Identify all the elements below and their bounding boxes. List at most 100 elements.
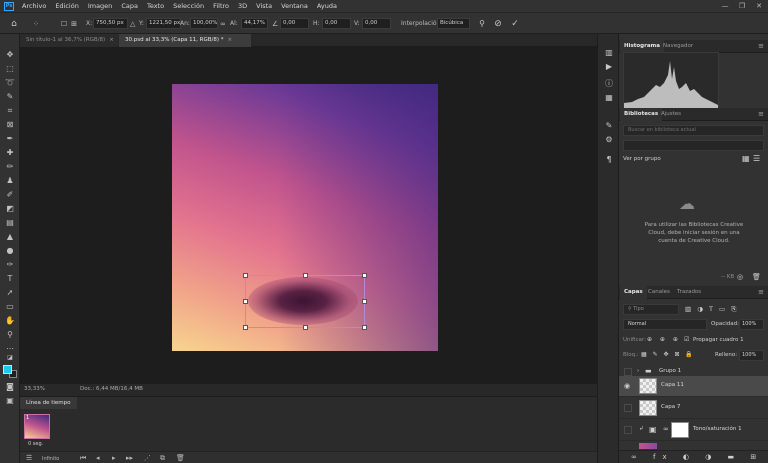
fill-field[interactable]: 100% — [739, 350, 764, 361]
hand-tool-icon[interactable]: ✋ — [3, 315, 17, 327]
zoom-tool-icon[interactable]: ⚲ — [3, 329, 17, 341]
layer-filter-select[interactable]: ⚲ Tipo — [623, 304, 679, 315]
menu-texto[interactable]: Texto — [147, 2, 164, 10]
move-tool-icon[interactable]: ✥ — [3, 49, 17, 61]
paragraph-panel-icon[interactable]: ¶ — [603, 154, 615, 166]
zoom-level[interactable]: 33,33% — [24, 386, 45, 392]
menu-edicion[interactable]: Edición — [55, 2, 79, 10]
transform-bounding-box[interactable] — [243, 273, 367, 330]
warp-icon[interactable]: ⚲ — [476, 18, 488, 30]
chain-link-icon[interactable]: ∞ — [220, 20, 226, 28]
menu-imagen[interactable]: Imagen — [88, 2, 112, 10]
lasso-tool-icon[interactable]: ➰ — [3, 77, 17, 89]
close-window-button[interactable]: ✕ — [752, 0, 766, 12]
previous-frame-icon[interactable]: ◂ — [96, 454, 100, 463]
angle-field[interactable]: 0,00 — [280, 18, 309, 29]
doc-tab-untitled[interactable]: Sin título-1 al 36,7% (RGB/8) × — [20, 34, 118, 47]
default-colors-icon[interactable]: ◪ — [3, 352, 17, 364]
library-select[interactable] — [623, 140, 764, 151]
layer-row-selected[interactable]: ◉ Capa 11 — [619, 376, 768, 397]
properties-panel-icon[interactable]: ▦ — [603, 92, 615, 104]
cloud-sync-icon[interactable]: ◎ — [737, 273, 743, 281]
delete-icon[interactable]: 🗑 — [752, 273, 761, 281]
animation-frame[interactable]: 1 — [24, 414, 50, 439]
blend-mode-select[interactable]: Normal — [623, 319, 707, 330]
tab-bibliotecas[interactable]: Bibliotecas — [620, 108, 663, 121]
transform-handle[interactable] — [362, 325, 367, 330]
visibility-toggle[interactable] — [624, 426, 632, 434]
commit-transform-icon[interactable]: ✓ — [509, 18, 521, 30]
blur-tool-icon[interactable]: ▲ — [3, 231, 17, 243]
layer-filter-icons[interactable]: ▧ ◑ T ▭ ⎘ — [685, 305, 738, 314]
eye-icon[interactable]: ◉ — [624, 382, 630, 390]
transform-handle[interactable] — [243, 325, 248, 330]
convert-timeline-icon[interactable]: ☰ — [26, 454, 32, 463]
eraser-tool-icon[interactable]: ◩ — [3, 203, 17, 215]
transform-handle[interactable] — [362, 299, 367, 304]
duplicate-frame-icon[interactable]: ⧉ — [160, 454, 165, 463]
menu-vista[interactable]: Vista — [256, 2, 272, 10]
eyedropper-tool-icon[interactable]: ✒ — [3, 133, 17, 145]
width-field[interactable]: 100,00% — [190, 18, 218, 29]
transform-handle[interactable] — [243, 273, 248, 278]
quick-mask-icon[interactable]: ◙ — [3, 381, 17, 393]
panel-menu-icon[interactable]: ≡ — [758, 286, 764, 299]
doc-tab-30psd[interactable]: 30.psd al 33,3% (Capa 11, RGB/8) * × — [119, 34, 251, 47]
next-frame-icon[interactable]: ▸▸ — [126, 454, 133, 463]
brush-panel-icon[interactable]: ✎ — [603, 120, 615, 132]
menu-ayuda[interactable]: Ayuda — [317, 2, 337, 10]
play-actions-icon[interactable]: ▶ — [603, 61, 615, 73]
reference-point-icon[interactable]: ⁘ — [30, 18, 42, 30]
tab-trazados[interactable]: Trazados — [673, 286, 705, 299]
grid-view-icon[interactable]: ▦ — [742, 154, 750, 163]
view-by-group-select[interactable]: Ver por grupo — [623, 156, 661, 162]
expand-chevron-icon[interactable]: › — [637, 368, 639, 374]
list-view-icon[interactable]: ☰ — [753, 154, 760, 163]
adjustments-panel-icon[interactable]: ⚙ — [603, 134, 615, 146]
gradient-tool-icon[interactable]: ▤ — [3, 217, 17, 229]
layer-row[interactable]: Capa 7 — [619, 398, 768, 419]
foreground-color-swatch[interactable] — [3, 365, 12, 374]
shape-tool-icon[interactable]: ▭ — [3, 301, 17, 313]
layers-footer-icons[interactable]: ∞ fx ◐ ◑ ▬ ⊞ 🗑 — [631, 453, 768, 461]
layer-row-adjustment[interactable]: ↲ ▣ ∞ Tono/saturación 1 — [619, 420, 768, 441]
timeline-tab[interactable]: Línea de tiempo — [20, 397, 77, 409]
tab-canales[interactable]: Canales — [644, 286, 674, 299]
menu-ventana[interactable]: Ventana — [281, 2, 308, 10]
frame-duration[interactable]: 0 seg. — [28, 441, 43, 447]
quick-select-tool-icon[interactable]: ✎ — [3, 91, 17, 103]
minimize-button[interactable]: — — [718, 0, 732, 12]
crop-tool-icon[interactable]: ⌗ — [3, 105, 17, 117]
height-field[interactable]: 44,17% — [241, 18, 268, 29]
lock-icons[interactable]: ▦ ✎ ✥ ⊠ 🔒 — [641, 351, 695, 358]
link-icon[interactable]: △ — [130, 20, 135, 28]
link-icon[interactable]: ∞ — [663, 425, 669, 433]
frame-tool-icon[interactable]: ⊠ — [3, 119, 17, 131]
transform-handle[interactable] — [303, 273, 308, 278]
close-tab-icon[interactable]: × — [228, 37, 233, 43]
play-icon[interactable]: ▸ — [112, 454, 116, 463]
y-position-field[interactable]: 1221,50 px — [146, 18, 181, 29]
propagate-checkbox[interactable]: ☑ — [684, 336, 689, 343]
brush-tool-icon[interactable]: ✏ — [3, 161, 17, 173]
opacity-field[interactable]: 100% — [739, 319, 764, 330]
unify-icons[interactable]: ⊕ ⊕ ⊕ — [647, 336, 681, 343]
visibility-toggle[interactable] — [624, 368, 632, 376]
path-selection-tool-icon[interactable]: ➚ — [3, 287, 17, 299]
menu-filtro[interactable]: Filtro — [213, 2, 229, 10]
pen-tool-icon[interactable]: ✑ — [3, 259, 17, 271]
close-tab-icon[interactable]: × — [109, 37, 114, 43]
tween-icon[interactable]: ⋰ — [144, 454, 151, 463]
type-tool-icon[interactable]: T — [3, 273, 17, 285]
menu-seleccion[interactable]: Selección — [173, 2, 204, 10]
loop-select[interactable]: Infinito — [42, 455, 59, 463]
transform-handle[interactable] — [243, 299, 248, 304]
history-brush-tool-icon[interactable]: ✐ — [3, 189, 17, 201]
clone-stamp-tool-icon[interactable]: ♟ — [3, 175, 17, 187]
x-position-field[interactable]: 750,50 px — [93, 18, 128, 29]
dodge-tool-icon[interactable]: ● — [3, 245, 17, 257]
reference-grid-icon[interactable]: ⊞ — [68, 18, 80, 30]
tab-ajustes[interactable]: Ajustes — [657, 108, 685, 121]
healing-brush-tool-icon[interactable]: ✚ — [3, 147, 17, 159]
tab-capas[interactable]: Capas — [620, 286, 647, 299]
